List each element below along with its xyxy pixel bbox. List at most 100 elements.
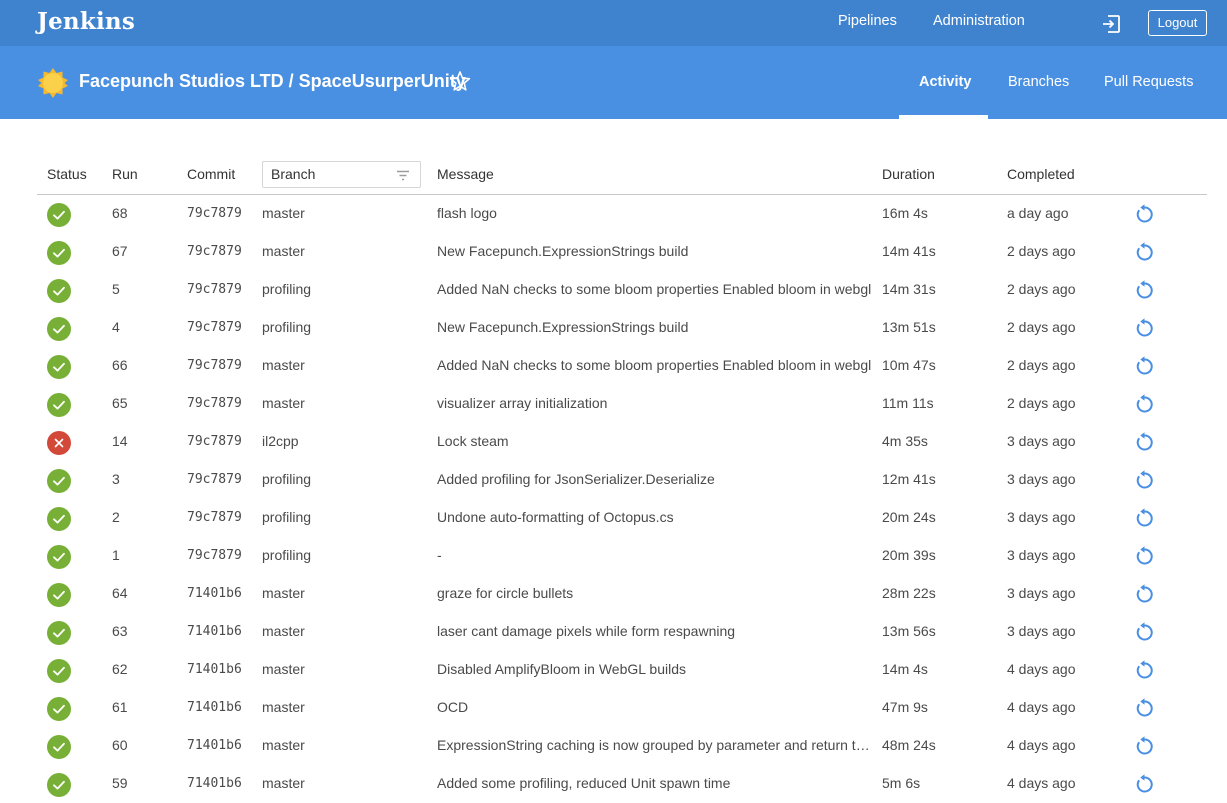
status-success-icon xyxy=(47,621,71,645)
branch-name: master xyxy=(262,585,305,601)
table-row[interactable]: 14 79c7879 il2cpp Lock steam 4m 35s 3 days ag… xyxy=(37,423,1207,461)
branch-filter-input[interactable]: Branch xyxy=(262,161,421,188)
nav-pipelines-link[interactable]: Pipelines xyxy=(838,13,897,29)
replay-icon[interactable] xyxy=(1134,432,1155,453)
commit-id[interactable]: 79c7879 xyxy=(187,396,242,411)
replay-icon[interactable] xyxy=(1134,242,1155,263)
replay-icon[interactable] xyxy=(1134,280,1155,301)
replay-icon[interactable] xyxy=(1134,508,1155,529)
replay-icon[interactable] xyxy=(1134,622,1155,643)
commit-id[interactable]: 71401b6 xyxy=(187,662,242,677)
commit-id[interactable]: 79c7879 xyxy=(187,320,242,335)
replay-icon[interactable] xyxy=(1134,660,1155,681)
replay-icon[interactable] xyxy=(1134,470,1155,491)
commit-message: Added NaN checks to some bloom propertie… xyxy=(437,281,872,297)
commit-id[interactable]: 71401b6 xyxy=(187,738,242,753)
table-row[interactable]: 4 79c7879 profiling New Facepunch.Expressio… xyxy=(37,309,1207,347)
branch-name: master xyxy=(262,395,305,411)
exit-icon[interactable] xyxy=(1101,14,1121,34)
table-row[interactable]: 61 71401b6 master OCD 47m 9s 4 days ago xyxy=(37,689,1207,727)
commit-message: visualizer array initialization xyxy=(437,395,608,411)
run-number: 60 xyxy=(112,737,128,753)
tab-pull-requests[interactable]: Pull Requests xyxy=(1104,74,1193,90)
table-row[interactable]: 59 71401b6 master Added some profiling, red… xyxy=(37,765,1207,803)
run-number: 67 xyxy=(112,243,128,259)
nav-administration-link[interactable]: Administration xyxy=(933,13,1025,29)
filter-icon xyxy=(397,170,409,181)
column-duration: Duration xyxy=(882,166,935,182)
commit-message: New Facepunch.ExpressionStrings build xyxy=(437,319,689,335)
commit-id[interactable]: 71401b6 xyxy=(187,700,242,715)
commit-id[interactable]: 71401b6 xyxy=(187,776,242,791)
completed-time: 4 days ago xyxy=(1007,775,1076,791)
table-row[interactable]: 1 79c7879 profiling - 20m 39s 3 days ago xyxy=(37,537,1207,575)
run-number: 65 xyxy=(112,395,128,411)
status-success-icon xyxy=(47,469,71,493)
commit-id[interactable]: 71401b6 xyxy=(187,624,242,639)
commit-id[interactable]: 79c7879 xyxy=(187,358,242,373)
replay-icon[interactable] xyxy=(1134,774,1155,795)
commit-id[interactable]: 79c7879 xyxy=(187,548,242,563)
run-duration: 20m 24s xyxy=(882,509,936,525)
run-number: 5 xyxy=(112,281,120,297)
commit-message: Added NaN checks to some bloom propertie… xyxy=(437,357,872,373)
completed-time: 3 days ago xyxy=(1007,471,1076,487)
replay-icon[interactable] xyxy=(1134,584,1155,605)
status-success-icon xyxy=(47,697,71,721)
run-number: 14 xyxy=(112,433,128,449)
commit-id[interactable]: 79c7879 xyxy=(187,244,242,259)
table-row[interactable]: 66 79c7879 master Added NaN checks to some … xyxy=(37,347,1207,385)
completed-time: 4 days ago xyxy=(1007,737,1076,753)
branch-name: profiling xyxy=(262,281,312,297)
status-success-icon xyxy=(47,393,71,417)
tab-branches[interactable]: Branches xyxy=(1008,74,1069,90)
tab-activity[interactable]: Activity xyxy=(919,74,971,90)
run-duration: 5m 6s xyxy=(882,775,921,791)
replay-icon[interactable] xyxy=(1134,736,1155,757)
table-row[interactable]: 65 79c7879 master visualizer array initiali… xyxy=(37,385,1207,423)
commit-id[interactable]: 79c7879 xyxy=(187,206,242,221)
table-row[interactable]: 67 79c7879 master New Facepunch.ExpressionS… xyxy=(37,233,1207,271)
completed-time: 3 days ago xyxy=(1007,547,1076,563)
completed-time: 2 days ago xyxy=(1007,319,1076,335)
table-row[interactable]: 5 79c7879 profiling Added NaN checks to som… xyxy=(37,271,1207,309)
branch-name: profiling xyxy=(262,547,312,563)
commit-message: ExpressionString caching is now grouped … xyxy=(437,737,874,753)
status-success-icon xyxy=(47,659,71,683)
completed-time: 2 days ago xyxy=(1007,395,1076,411)
jenkins-logo[interactable]: Jenkins xyxy=(37,8,135,35)
logout-button[interactable]: Logout xyxy=(1148,10,1207,36)
commit-id[interactable]: 79c7879 xyxy=(187,282,242,297)
table-row[interactable]: 3 79c7879 profiling Added profiling for Jso… xyxy=(37,461,1207,499)
commit-id[interactable]: 79c7879 xyxy=(187,510,242,525)
replay-icon[interactable] xyxy=(1134,546,1155,567)
replay-icon[interactable] xyxy=(1134,698,1155,719)
table-row[interactable]: 68 79c7879 master flash logo 16m 4s a day ago xyxy=(37,195,1207,233)
run-number: 62 xyxy=(112,661,128,677)
commit-id[interactable]: 79c7879 xyxy=(187,472,242,487)
project-title[interactable]: Facepunch Studios LTD / SpaceUsurperUnit… xyxy=(79,71,466,92)
branch-name: il2cpp xyxy=(262,433,299,449)
table-header: Status Run Commit Branch Message Duratio… xyxy=(37,155,1207,195)
replay-icon[interactable] xyxy=(1134,356,1155,377)
table-row[interactable]: 64 71401b6 master graze for circle bullets 2… xyxy=(37,575,1207,613)
replay-icon[interactable] xyxy=(1134,204,1155,225)
commit-id[interactable]: 71401b6 xyxy=(187,586,242,601)
run-duration: 13m 56s xyxy=(882,623,936,639)
favorite-star-icon[interactable] xyxy=(449,70,471,92)
branch-name: master xyxy=(262,699,305,715)
column-message: Message xyxy=(437,166,494,182)
run-number: 2 xyxy=(112,509,120,525)
commit-message: graze for circle bullets xyxy=(437,585,574,601)
table-row[interactable]: 62 71401b6 master Disabled AmplifyBloom in … xyxy=(37,651,1207,689)
table-row[interactable]: 60 71401b6 master ExpressionString caching … xyxy=(37,727,1207,765)
table-row[interactable]: 63 71401b6 master laser cant damage pixels … xyxy=(37,613,1207,651)
commit-id[interactable]: 79c7879 xyxy=(187,434,242,449)
replay-icon[interactable] xyxy=(1134,318,1155,339)
commit-message: laser cant damage pixels while form resp… xyxy=(437,623,736,639)
column-run: Run xyxy=(112,166,138,182)
commit-message: Disabled AmplifyBloom in WebGL builds xyxy=(437,661,687,677)
replay-icon[interactable] xyxy=(1134,394,1155,415)
column-completed: Completed xyxy=(1007,166,1075,182)
table-row[interactable]: 2 79c7879 profiling Undone auto-formatting … xyxy=(37,499,1207,537)
